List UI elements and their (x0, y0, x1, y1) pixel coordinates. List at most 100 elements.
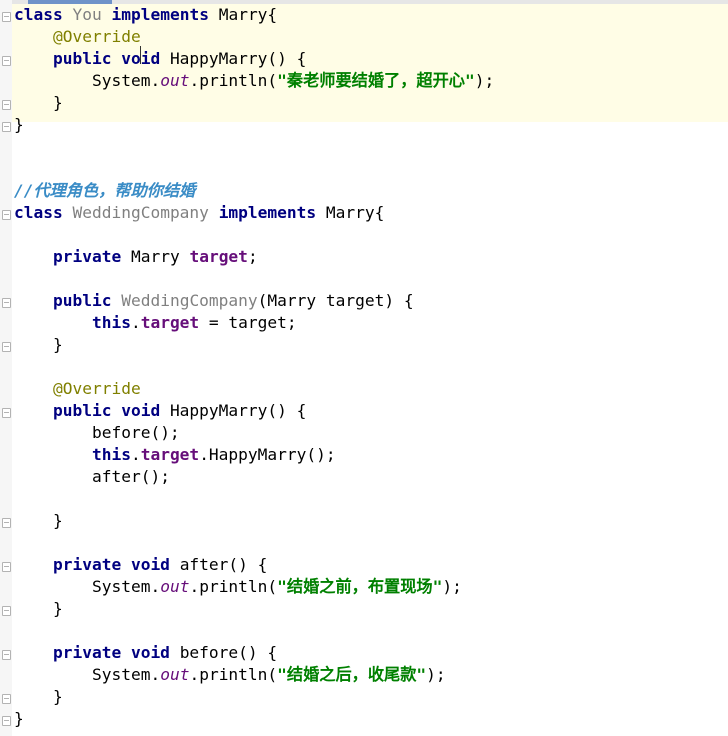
code-text: after() { (179, 555, 268, 574)
code-text: } (14, 115, 24, 134)
code-text: ); (474, 71, 495, 90)
field-name: target (189, 247, 248, 266)
fold-icon[interactable] (2, 518, 11, 528)
code-text: before(); (91, 423, 180, 442)
code-text: .println( (189, 71, 278, 90)
code-line[interactable]: } (14, 510, 63, 532)
code-text: . (130, 445, 141, 464)
code-line[interactable]: } (14, 92, 63, 114)
code-text: (Marry target) { (257, 291, 414, 310)
code-text: } (14, 709, 24, 728)
fold-icon[interactable] (2, 342, 11, 352)
code-line[interactable]: } (14, 708, 24, 730)
code-text: System. (91, 577, 161, 596)
code-line[interactable]: System.out.println("秦老师要结婚了，超开心"); (14, 70, 494, 92)
keyword: public void (52, 401, 161, 420)
code-line[interactable]: public WeddingCompany(Marry target) { (14, 290, 414, 312)
code-line[interactable]: } (14, 598, 63, 620)
code-line[interactable]: after(); (14, 466, 170, 488)
code-line[interactable]: this.target.HappyMarry(); (14, 444, 336, 466)
code-text: .println( (189, 665, 278, 684)
fold-icon[interactable] (2, 298, 11, 308)
fold-icon[interactable] (2, 650, 11, 660)
code-text: ; (247, 247, 258, 266)
keyword: this (91, 445, 131, 464)
code-text: ); (442, 577, 462, 596)
code-line[interactable]: @Override (14, 378, 141, 400)
keyword: class (14, 5, 63, 24)
fold-icon[interactable] (2, 562, 11, 572)
type-name: Marry (130, 247, 180, 266)
code-text: System. (91, 71, 161, 90)
code-text: .HappyMarry(); (199, 445, 336, 464)
code-line[interactable]: @Override (14, 26, 141, 48)
fold-icon[interactable] (2, 100, 11, 110)
code-line[interactable]: private Marry target; (14, 246, 258, 268)
field-name: target (140, 313, 200, 332)
static-field: out (160, 71, 190, 90)
keyword: implements (218, 203, 317, 222)
fold-icon[interactable] (2, 716, 11, 726)
string-literal: "结婚之后，收尾款" (277, 665, 427, 684)
code-text: } (52, 599, 63, 618)
code-line[interactable]: } (14, 114, 24, 136)
code-line[interactable]: //代理角色，帮助你结婚 (14, 180, 195, 202)
text-cursor (140, 46, 141, 64)
keyword: class (14, 203, 63, 222)
code-line[interactable]: private void before() { (14, 642, 277, 664)
code-text: } (52, 93, 63, 112)
keyword: private void (52, 555, 170, 574)
code-line[interactable]: System.out.println("结婚之后，收尾款"); (14, 664, 446, 686)
code-text: } (52, 511, 63, 530)
code-text: } (52, 335, 63, 354)
code-line[interactable]: } (14, 334, 63, 356)
keyword: this (91, 313, 131, 332)
keyword: implements (111, 5, 209, 24)
code-line[interactable]: before(); (14, 422, 180, 444)
fold-icon[interactable] (2, 56, 11, 66)
string-literal: "结婚之前，布置现场" (277, 577, 443, 596)
code-text: before() { (179, 643, 278, 662)
field-name: target (140, 445, 200, 464)
comment: //代理角色，帮助你结婚 (14, 181, 196, 200)
code-text: HappyMarry() { (169, 401, 307, 420)
code-line[interactable]: class You implements Marry{ (14, 4, 277, 26)
code-text: .println( (189, 577, 278, 596)
code-text: System. (91, 665, 161, 684)
fold-icon[interactable] (2, 122, 11, 132)
code-text: = target; (199, 313, 297, 332)
fold-icon[interactable] (2, 408, 11, 418)
code-text: Marry{ (218, 5, 278, 24)
annotation: @Override (52, 379, 141, 398)
code-text: . (130, 313, 141, 332)
code-text: ); (426, 665, 446, 684)
class-name: WeddingCompany (72, 203, 209, 222)
code-text: } (52, 687, 63, 706)
code-line[interactable]: } (14, 686, 63, 708)
fold-icon[interactable] (2, 12, 11, 22)
keyword: private (52, 247, 122, 266)
static-field: out (160, 665, 190, 684)
code-text: HappyMarry() { (169, 49, 307, 68)
keyword: public void (52, 49, 161, 68)
code-line[interactable]: System.out.println("结婚之前，布置现场"); (14, 576, 462, 598)
code-line[interactable]: this.target = target; (14, 312, 297, 334)
code-line[interactable]: class WeddingCompany implements Marry{ (14, 202, 384, 224)
code-line[interactable]: public void HappyMarry() { (14, 48, 306, 70)
string-literal: "秦老师要结婚了，超开心" (277, 71, 475, 90)
fold-icon[interactable] (2, 694, 11, 704)
code-text: after(); (91, 467, 170, 486)
fold-icon[interactable] (2, 210, 11, 220)
keyword: private void (52, 643, 170, 662)
class-name: You (72, 5, 102, 24)
code-text: Marry{ (325, 203, 385, 222)
constructor-name: WeddingCompany (121, 291, 258, 310)
code-line[interactable]: public void HappyMarry() { (14, 400, 306, 422)
fold-icon[interactable] (2, 606, 11, 616)
static-field: out (160, 577, 190, 596)
keyword: public (52, 291, 112, 310)
annotation: @Override (52, 27, 141, 46)
gutter (0, 0, 12, 736)
code-line[interactable]: private void after() { (14, 554, 267, 576)
code-editor[interactable]: class You implements Marry{ @Override pu… (0, 0, 728, 736)
